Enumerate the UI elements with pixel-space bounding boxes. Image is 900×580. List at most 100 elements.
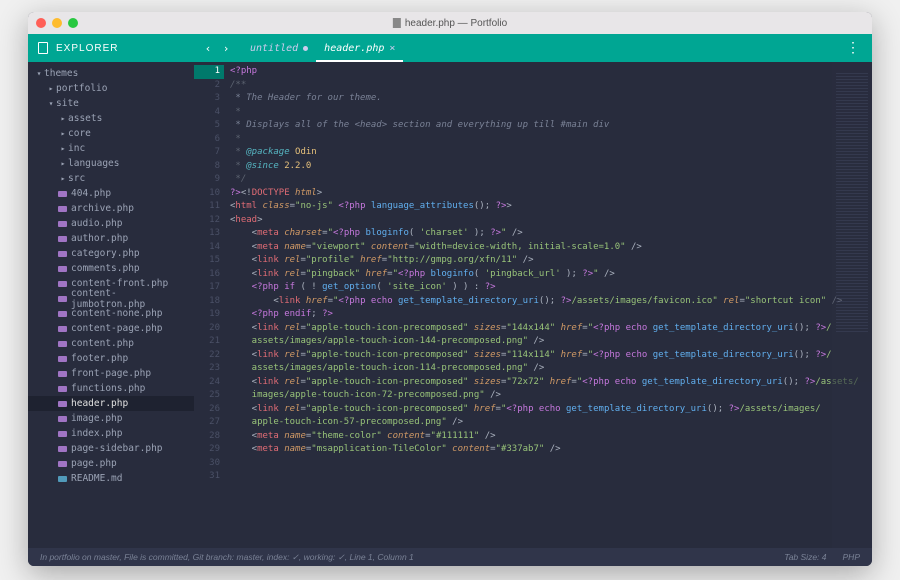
tree-item-header-php[interactable]: header.php [28, 396, 194, 411]
statusbar: In portfolio on master, File is committe… [28, 548, 872, 566]
tree-item-category-php[interactable]: category.php [28, 246, 194, 261]
php-icon [58, 416, 67, 422]
tab-header-php[interactable]: header.php × [316, 34, 403, 62]
tree-item-footer-php[interactable]: footer.php [28, 351, 194, 366]
php-icon [58, 206, 67, 212]
php-icon [58, 446, 67, 452]
status-tab-size[interactable]: Tab Size: 4 [784, 552, 826, 562]
sidebar-header[interactable]: EXPLORER [28, 34, 194, 62]
php-icon [58, 281, 67, 287]
php-icon [58, 311, 67, 317]
php-icon [58, 386, 67, 392]
tree-item-src[interactable]: ▸src [28, 171, 194, 186]
tree-item-label: functions.php [71, 383, 145, 394]
tree-item-label: audio.php [71, 218, 122, 229]
tree-item-languages[interactable]: ▸languages [28, 156, 194, 171]
status-left[interactable]: In portfolio on master, File is committe… [40, 552, 414, 563]
tree-item-page-sidebar-php[interactable]: page-sidebar.php [28, 441, 194, 456]
minimize-window-button[interactable] [52, 18, 62, 28]
tree-item-core[interactable]: ▸core [28, 126, 194, 141]
tree-item-label: page-sidebar.php [71, 443, 163, 454]
tree-item-author-php[interactable]: author.php [28, 231, 194, 246]
tree-item-label: category.php [71, 248, 140, 259]
tree-item-assets[interactable]: ▸assets [28, 111, 194, 126]
modified-dot-icon [303, 46, 308, 51]
sidebar: EXPLORER ▾themes▸portfolio▾site▸assets▸c… [28, 34, 194, 548]
tree-item-label: portfolio [56, 83, 107, 94]
tree-item-content-php[interactable]: content.php [28, 336, 194, 351]
status-language[interactable]: PHP [843, 552, 860, 562]
window-title-text: header.php — Portfolio [405, 18, 507, 29]
chevron-icon: ▾ [34, 69, 44, 78]
tree-item-label: languages [68, 158, 119, 169]
php-icon [58, 401, 67, 407]
chevron-icon: ▸ [58, 144, 68, 153]
chevron-icon: ▸ [58, 159, 68, 168]
tree-item-label: inc [68, 143, 85, 154]
chevron-icon: ▸ [58, 174, 68, 183]
sidebar-title: EXPLORER [56, 43, 118, 54]
chevron-icon: ▸ [58, 114, 68, 123]
tree-item-404-php[interactable]: 404.php [28, 186, 194, 201]
tab-untitled[interactable]: untitled [242, 34, 316, 62]
tree-item-label: core [68, 128, 91, 139]
tree-item-label: comments.php [71, 263, 140, 274]
app-window: header.php — Portfolio EXPLORER ▾themes▸… [28, 12, 872, 566]
tree-item-inc[interactable]: ▸inc [28, 141, 194, 156]
chevron-icon: ▸ [46, 84, 56, 93]
nav-back-button[interactable]: ‹ [200, 40, 216, 56]
more-menu-button[interactable]: ⋮ [840, 40, 866, 56]
tree-item-README-md[interactable]: README.md [28, 471, 194, 486]
chevron-icon: ▾ [46, 99, 56, 108]
tree-item-page-php[interactable]: page.php [28, 456, 194, 471]
tree-item-label: 404.php [71, 188, 111, 199]
body: EXPLORER ▾themes▸portfolio▾site▸assets▸c… [28, 34, 872, 548]
markdown-icon [58, 476, 67, 482]
tabbar: ‹ › untitled header.php × ⋮ [194, 34, 872, 62]
file-icon [393, 18, 401, 28]
tree-item-label: footer.php [71, 353, 128, 364]
nav-forward-button[interactable]: › [218, 40, 234, 56]
tree-item-image-php[interactable]: image.php [28, 411, 194, 426]
code-content[interactable]: <?php/** * The Header for our theme. * *… [226, 62, 872, 548]
editor-area: ‹ › untitled header.php × ⋮ 12345678910111… [194, 34, 872, 548]
tabs-container: untitled header.php × [242, 34, 403, 62]
tree-item-content-page-php[interactable]: content-page.php [28, 321, 194, 336]
window-title: header.php — Portfolio [393, 18, 507, 29]
close-window-button[interactable] [36, 18, 46, 28]
tree-item-label: content-jumbotron.php [71, 288, 190, 310]
traffic-lights [36, 18, 78, 28]
tree-item-index-php[interactable]: index.php [28, 426, 194, 441]
chevron-icon: ▸ [58, 129, 68, 138]
minimap[interactable] [832, 62, 872, 548]
tree-item-label: header.php [71, 398, 128, 409]
tree-item-label: src [68, 173, 85, 184]
file-tree[interactable]: ▾themes▸portfolio▾site▸assets▸core▸inc▸l… [28, 62, 194, 548]
tree-item-audio-php[interactable]: audio.php [28, 216, 194, 231]
tree-item-site[interactable]: ▾site [28, 96, 194, 111]
line-gutter: 1234567891011121314151617181920212223242… [194, 62, 226, 548]
tree-item-comments-php[interactable]: comments.php [28, 261, 194, 276]
tree-item-label: front-page.php [71, 368, 151, 379]
php-icon [58, 326, 67, 332]
maximize-window-button[interactable] [68, 18, 78, 28]
nav-arrows: ‹ › [200, 40, 234, 56]
tree-item-label: content-page.php [71, 323, 163, 334]
tree-item-functions-php[interactable]: functions.php [28, 381, 194, 396]
code-editor[interactable]: 1234567891011121314151617181920212223242… [194, 62, 872, 548]
tree-item-label: content.php [71, 338, 134, 349]
tree-item-portfolio[interactable]: ▸portfolio [28, 81, 194, 96]
tree-item-content-jumbotron-php[interactable]: content-jumbotron.php [28, 291, 194, 306]
tree-item-label: assets [68, 113, 102, 124]
tree-item-archive-php[interactable]: archive.php [28, 201, 194, 216]
tree-item-label: index.php [71, 428, 122, 439]
tree-item-themes[interactable]: ▾themes [28, 66, 194, 81]
tab-close-button[interactable]: × [389, 43, 395, 54]
php-icon [58, 191, 67, 197]
tree-item-label: README.md [71, 473, 122, 484]
php-icon [58, 221, 67, 227]
tree-item-front-page-php[interactable]: front-page.php [28, 366, 194, 381]
tab-label: header.php [324, 43, 384, 54]
explorer-icon [38, 42, 48, 54]
php-icon [58, 296, 67, 302]
